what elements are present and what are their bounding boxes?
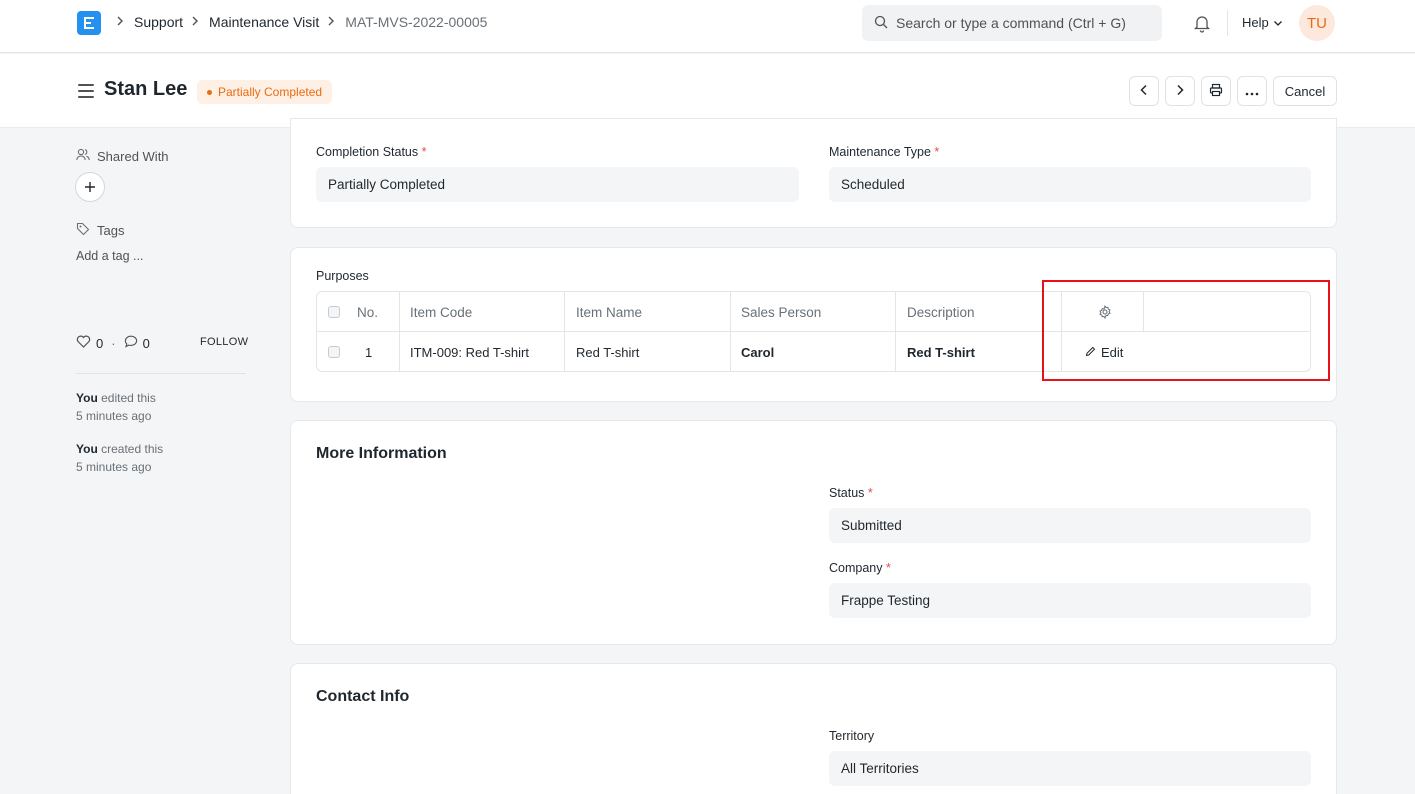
column-divider: [895, 292, 896, 371]
ellipsis-icon: [1245, 84, 1259, 99]
activity-time: 5 minutes ago: [76, 460, 152, 474]
cancel-button[interactable]: Cancel: [1273, 76, 1337, 106]
activity-time: 5 minutes ago: [76, 409, 152, 423]
row-number: 1: [365, 344, 373, 360]
maintenance-type-label: Maintenance Type *: [829, 145, 940, 159]
previous-doc-button[interactable]: [1129, 76, 1159, 106]
column-header-description: Description: [907, 304, 975, 320]
column-header-item-code: Item Code: [410, 304, 473, 320]
sidebar-divider: [76, 373, 246, 374]
navbar: Support Maintenance Visit MAT-MVS-2022-0…: [0, 0, 1415, 53]
add-share-button[interactable]: [75, 172, 105, 202]
status-field-label: Status *: [829, 486, 873, 500]
tags-section: Tags: [76, 222, 124, 239]
section-title-more-information: More Information: [316, 445, 447, 462]
heart-icon[interactable]: [76, 335, 91, 351]
column-header-item-name: Item Name: [576, 304, 643, 320]
chevron-right-icon: [1175, 84, 1185, 99]
section-title-contact-info: Contact Info: [316, 688, 410, 705]
cell-description[interactable]: Red T-shirt: [907, 332, 975, 372]
app-logo[interactable]: [77, 11, 101, 35]
page-head: Stan Lee Partially Completed Cancel: [0, 54, 1415, 128]
likes-comments: 0 · 0: [76, 335, 150, 351]
search-input[interactable]: Search or type a command (Ctrl + G): [862, 5, 1162, 41]
status-badge: Partially Completed: [197, 80, 333, 104]
chevron-right-icon: [116, 16, 126, 29]
print-button[interactable]: [1201, 76, 1231, 106]
territory-field[interactable]: All Territories: [829, 751, 1311, 786]
status-field[interactable]: Submitted: [829, 508, 1311, 543]
territory-field-label: Territory: [829, 729, 875, 743]
help-dropdown[interactable]: Help: [1242, 15, 1283, 30]
plus-icon: [84, 177, 96, 198]
search-placeholder: Search or type a command (Ctrl + G): [896, 15, 1126, 31]
column-header-no: No.: [357, 304, 379, 320]
company-field[interactable]: Frappe Testing: [829, 583, 1311, 618]
shared-with-label: Shared With: [97, 148, 169, 164]
activity-action: edited this: [101, 391, 156, 405]
chevron-right-icon: [327, 16, 337, 29]
breadcrumb-maintenance-visit[interactable]: Maintenance Visit: [209, 14, 319, 30]
breadcrumb: Support Maintenance Visit MAT-MVS-2022-0…: [116, 14, 487, 30]
more-actions-button[interactable]: [1237, 76, 1267, 106]
sidebar-toggle-icon[interactable]: [78, 84, 94, 98]
page-title: Stan Lee: [104, 78, 188, 100]
contact-info-card: Contact Info Territory All Territories: [290, 663, 1337, 794]
chevron-down-icon: [1273, 15, 1283, 30]
add-tag-input[interactable]: Add a tag ...: [76, 249, 143, 263]
shared-with-section: Shared With: [76, 148, 169, 164]
activity-actor: You: [76, 391, 98, 405]
comment-icon[interactable]: [124, 335, 138, 351]
next-doc-button[interactable]: [1165, 76, 1195, 106]
status-card: Completion Status * Partially Completed …: [290, 118, 1337, 228]
column-divider: [399, 292, 400, 371]
column-header-sales-person: Sales Person: [741, 304, 822, 320]
maintenance-type-field[interactable]: Scheduled: [829, 167, 1311, 202]
activity-item: You edited this 5 minutes ago: [76, 389, 156, 425]
help-label: Help: [1242, 15, 1269, 30]
completion-status-field[interactable]: Partially Completed: [316, 167, 799, 202]
cell-item-code[interactable]: ITM-009: Red T-shirt: [410, 332, 529, 372]
company-field-label: Company *: [829, 561, 891, 575]
likes-count: 0: [96, 335, 104, 351]
cell-sales-person[interactable]: Carol: [741, 332, 774, 372]
user-avatar[interactable]: TU: [1299, 5, 1335, 41]
search-icon: [874, 15, 888, 32]
column-divider: [730, 292, 731, 371]
column-divider: [564, 292, 565, 371]
row-checkbox[interactable]: [328, 332, 340, 372]
select-all-checkbox[interactable]: [328, 292, 340, 332]
tags-label: Tags: [97, 223, 125, 238]
status-dot-icon: [207, 89, 212, 95]
chevron-right-icon: [191, 16, 201, 29]
navbar-divider: [1227, 10, 1228, 36]
users-icon: [76, 148, 90, 164]
printer-icon: [1209, 83, 1223, 100]
purposes-label: Purposes: [316, 269, 369, 283]
cell-item-name[interactable]: Red T-shirt: [576, 332, 639, 372]
breadcrumb-support[interactable]: Support: [134, 14, 183, 30]
activity-action: created this: [101, 442, 164, 456]
more-information-card: More Information Status * Submitted Comp…: [290, 420, 1337, 645]
activity-actor: You: [76, 442, 98, 456]
activity-item: You created this 5 minutes ago: [76, 440, 163, 476]
notification-bell-icon[interactable]: [1192, 13, 1212, 33]
annotation-highlight-box: [1042, 280, 1330, 381]
separator-dot: ·: [111, 335, 116, 351]
chevron-left-icon: [1139, 84, 1149, 99]
follow-button[interactable]: FOLLOW: [200, 336, 248, 348]
tag-icon: [76, 222, 90, 239]
status-badge-label: Partially Completed: [218, 85, 323, 99]
comments-count: 0: [142, 335, 150, 351]
completion-status-label: Completion Status *: [316, 145, 427, 159]
breadcrumb-current-doc[interactable]: MAT-MVS-2022-00005: [345, 14, 487, 30]
